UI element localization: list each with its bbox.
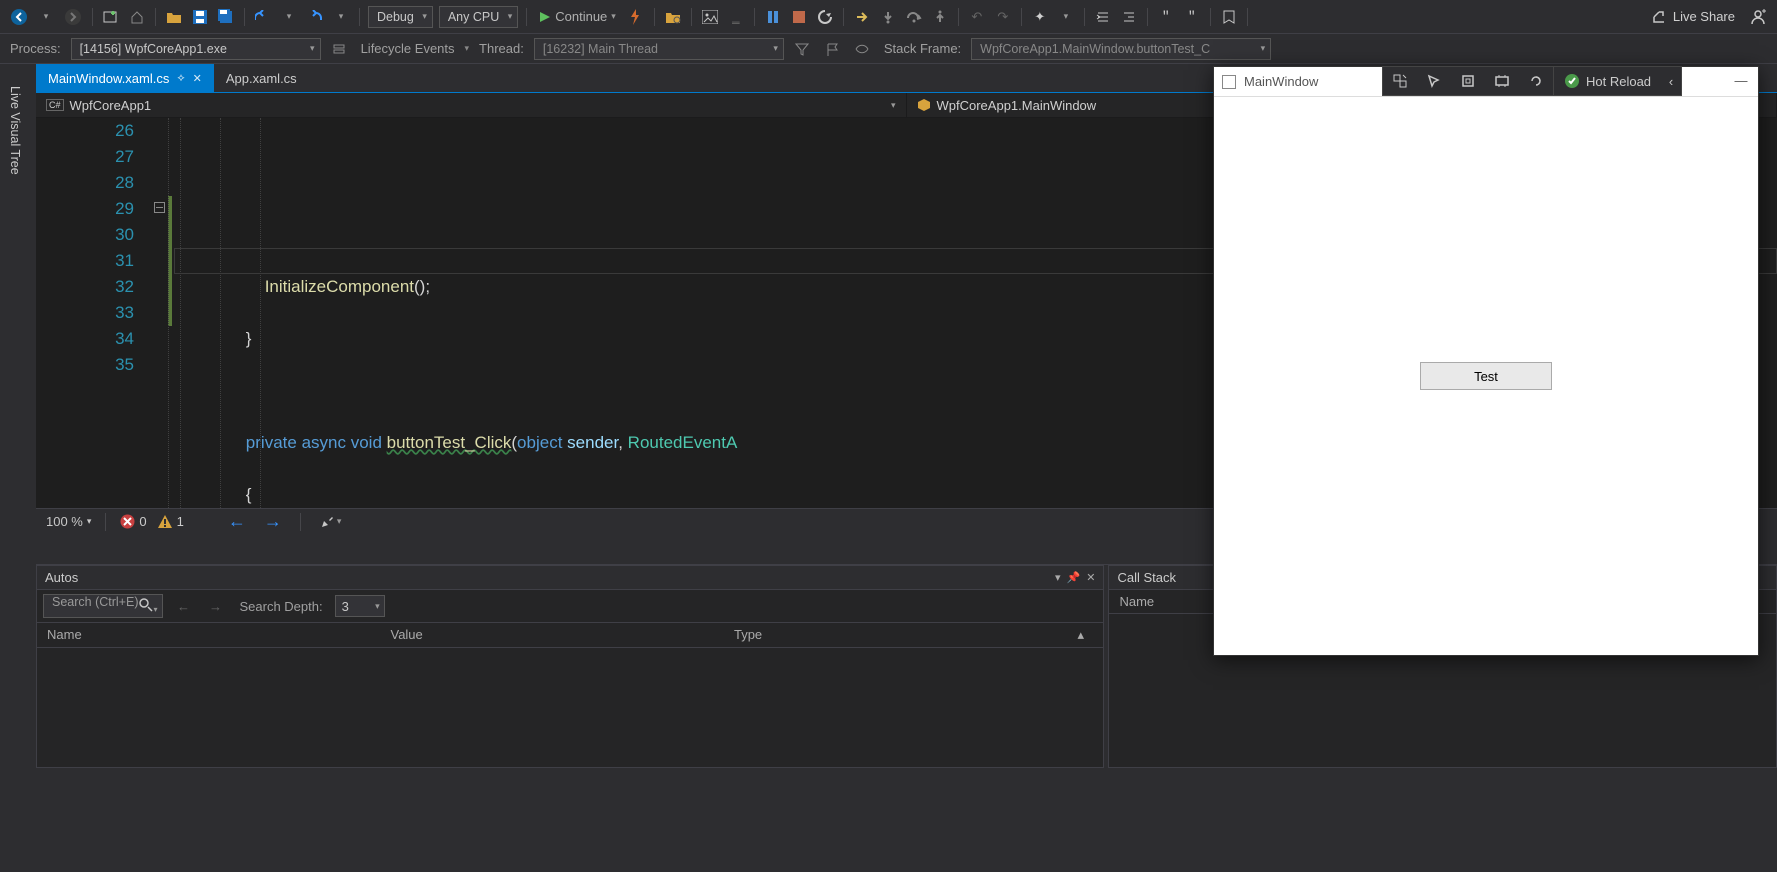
toggle-binding-icon[interactable] xyxy=(1519,67,1553,95)
running-app-window: Hot Reload ‹ — MainWindow Test xyxy=(1213,66,1759,656)
undo-icon[interactable] xyxy=(251,5,275,29)
thread-combo[interactable]: [16232] Main Thread xyxy=(534,38,784,60)
error-count[interactable]: 0 xyxy=(120,514,146,529)
hot-reload-label: Hot Reload xyxy=(1586,74,1651,89)
change-margin xyxy=(164,118,174,508)
hot-reload-badge[interactable]: Hot Reload xyxy=(1554,67,1661,95)
indent-icon[interactable] xyxy=(1091,5,1115,29)
save-all-icon[interactable] xyxy=(214,5,238,29)
tab-mainwindow[interactable]: MainWindow.xaml.cs ⟡ ✕ xyxy=(36,64,214,92)
track-focused-element-icon[interactable] xyxy=(1485,67,1519,95)
panel-close-icon[interactable]: ✕ xyxy=(1086,571,1095,584)
tab-label: MainWindow.xaml.cs xyxy=(48,71,169,86)
debug-toolbar: Process: [14156] WpfCoreApp1.exe Lifecyc… xyxy=(0,34,1777,64)
lifecycle-label[interactable]: Lifecycle Events xyxy=(357,41,459,56)
warning-count[interactable]: 1 xyxy=(157,514,184,529)
dropdown-icon[interactable]: ▾ xyxy=(1054,5,1078,29)
dropdown-icon[interactable]: ▾ xyxy=(329,5,353,29)
configuration-combo[interactable]: Debug xyxy=(368,6,433,28)
app-title: MainWindow xyxy=(1244,74,1318,89)
outline-collapse-icon[interactable] xyxy=(154,202,165,213)
user-icon[interactable] xyxy=(1745,5,1771,29)
go-to-live-visual-tree-icon[interactable] xyxy=(1383,67,1417,95)
lifecycle-icon[interactable] xyxy=(327,37,351,61)
dropdown-icon[interactable]: ▾ xyxy=(34,5,58,29)
process-combo[interactable]: [14156] WpfCoreApp1.exe xyxy=(71,38,321,60)
hot-reload-icon[interactable] xyxy=(624,5,648,29)
step-into-icon[interactable] xyxy=(876,5,900,29)
panel-dropdown-icon[interactable]: ▾ xyxy=(1055,571,1061,584)
picture-icon[interactable] xyxy=(698,5,722,29)
undo-alt-icon: ↶ xyxy=(965,5,989,29)
pin-icon[interactable]: ⟡ xyxy=(177,72,184,85)
continue-button[interactable]: Continue ▾ xyxy=(533,5,622,29)
open-icon[interactable] xyxy=(162,5,186,29)
sparkle-icon[interactable]: ✦ xyxy=(1028,5,1052,29)
line-gutter: 26 27 28 29 30 31 32 33 34 35 xyxy=(36,118,164,508)
bookmark-icon[interactable] xyxy=(1217,5,1241,29)
col-name[interactable]: Name xyxy=(47,627,390,643)
redo-icon[interactable] xyxy=(303,5,327,29)
comment-icon[interactable]: " xyxy=(1154,5,1178,29)
pause-icon[interactable] xyxy=(761,5,785,29)
flag-icon[interactable] xyxy=(820,37,844,61)
search-next-icon[interactable] xyxy=(203,594,227,618)
live-share-label: Live Share xyxy=(1673,9,1735,24)
tab-app[interactable]: App.xaml.cs xyxy=(214,64,309,92)
search-depth-label: Search Depth: xyxy=(235,599,326,614)
save-icon[interactable] xyxy=(188,5,212,29)
tab-label: App.xaml.cs xyxy=(226,71,297,86)
main-toolbar: ▾ ▾ ▾ Debug Any CPU Continue ▾ ‗ ↶ ↷ ✦ ▾… xyxy=(0,0,1777,34)
browse-icon[interactable] xyxy=(661,5,685,29)
home-icon[interactable] xyxy=(125,5,149,29)
panel-pin-icon[interactable]: 📌 xyxy=(1067,571,1081,584)
nav-back-icon[interactable] xyxy=(6,5,32,29)
step-over-icon[interactable] xyxy=(902,5,926,29)
minimize-icon[interactable]: — xyxy=(1724,66,1758,94)
nav-project[interactable]: C# WpfCoreApp1 ▾ xyxy=(36,93,907,117)
close-icon[interactable]: ✕ xyxy=(193,72,202,85)
show-next-statement-icon[interactable] xyxy=(850,5,874,29)
search-icon[interactable]: ▾ xyxy=(139,598,157,615)
nav-forward-icon xyxy=(60,5,86,29)
col-value[interactable]: Value xyxy=(390,627,733,643)
test-button[interactable]: Test xyxy=(1420,362,1552,390)
live-visual-tree-tab[interactable]: Live Visual Tree xyxy=(0,80,24,181)
thread-label: Thread: xyxy=(475,41,528,56)
platform-combo[interactable]: Any CPU xyxy=(439,6,518,28)
outdent-icon[interactable] xyxy=(1117,5,1141,29)
live-share-button[interactable]: Live Share xyxy=(1643,9,1743,25)
autos-title: Autos xyxy=(45,570,78,585)
step-out-icon[interactable] xyxy=(928,5,952,29)
col-type[interactable]: Type xyxy=(734,627,1077,643)
search-prev-icon[interactable] xyxy=(171,594,195,618)
nav-project-label: WpfCoreApp1 xyxy=(70,98,152,113)
app-icon xyxy=(1222,75,1236,89)
csharp-icon: C# xyxy=(46,99,64,111)
collapse-toolbar-icon[interactable]: ‹ xyxy=(1661,67,1681,95)
filter-icon[interactable] xyxy=(790,37,814,61)
zoom-combo[interactable]: 100 %▾ xyxy=(46,514,91,529)
threads-icon[interactable] xyxy=(850,37,874,61)
stackframe-combo[interactable]: WpfCoreApp1.MainWindow.buttonTest_C xyxy=(971,38,1271,60)
search-depth-combo[interactable]: 3 xyxy=(335,595,385,617)
callstack-title: Call Stack xyxy=(1117,570,1176,585)
select-element-icon[interactable] xyxy=(1417,67,1451,95)
new-item-icon[interactable] xyxy=(99,5,123,29)
process-label: Process: xyxy=(6,41,65,56)
nav-class-label: WpfCoreApp1.MainWindow xyxy=(937,98,1097,113)
restart-icon[interactable] xyxy=(813,5,837,29)
stackframe-label: Stack Frame: xyxy=(880,41,965,56)
uncomment-icon[interactable]: " xyxy=(1180,5,1204,29)
class-icon xyxy=(917,98,931,112)
line-icon: ‗ xyxy=(724,5,748,29)
autos-panel: Autos ▾ 📌 ✕ Search (Ctrl+E) ▾ Search Dep… xyxy=(36,565,1104,768)
continue-label: Continue xyxy=(555,9,607,24)
redo-alt-icon: ↷ xyxy=(991,5,1015,29)
dropdown-icon[interactable]: ▾ xyxy=(277,5,301,29)
scrollbar-up-icon[interactable]: ▴ xyxy=(1077,627,1093,643)
display-layout-adorners-icon[interactable] xyxy=(1451,67,1485,95)
stop-icon[interactable] xyxy=(787,5,811,29)
